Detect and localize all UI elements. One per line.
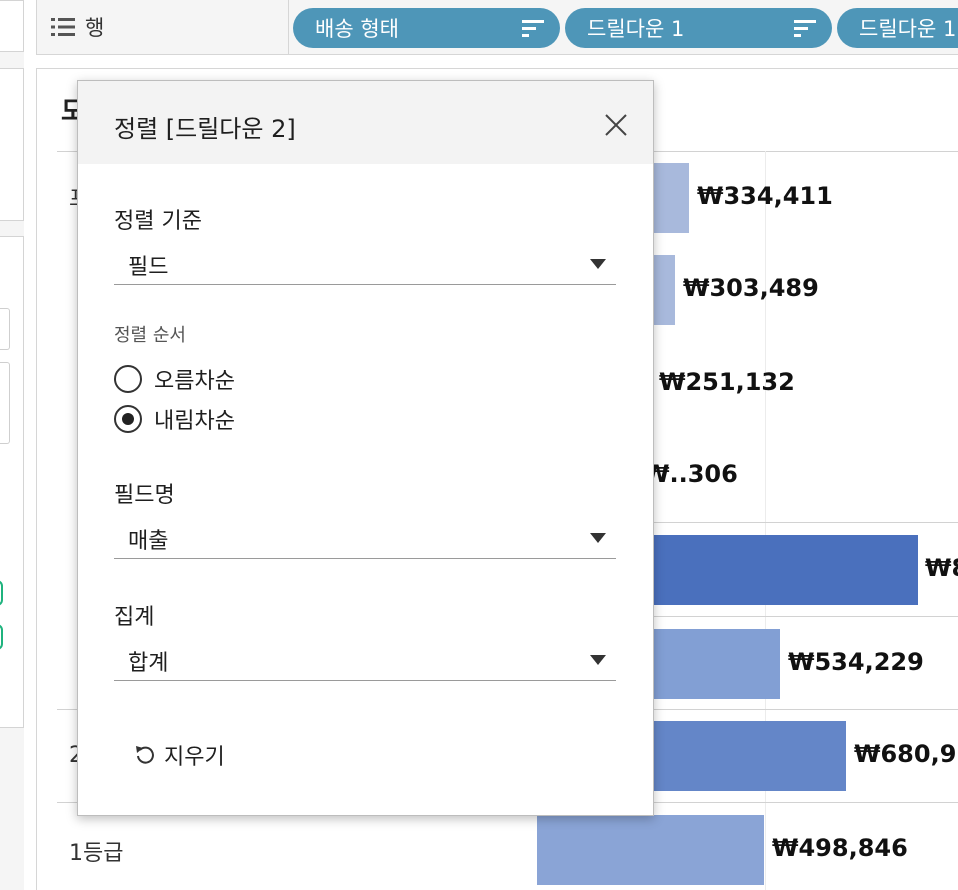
sort-by-label: 정렬 기준 xyxy=(114,209,202,234)
reset-icon xyxy=(136,746,154,764)
bar-value-label: ₩334,411 xyxy=(697,182,833,210)
pill-label: 배송 형태 xyxy=(315,17,399,41)
bar-value-label: ₩8 xyxy=(925,554,958,582)
left-panel-field[interactable] xyxy=(0,362,10,444)
left-panel-toggle[interactable] xyxy=(0,624,3,650)
bar-value-label: ₩..306 xyxy=(643,460,738,488)
bar-value-label: ₩251,132 xyxy=(659,368,795,396)
rows-icon xyxy=(51,18,75,36)
pill-label: 드릴다운 1 xyxy=(587,17,685,41)
sort-descending-icon[interactable] xyxy=(794,20,816,38)
left-panel-field[interactable] xyxy=(0,308,10,350)
caret-down-icon xyxy=(590,655,606,665)
pill-label: 드릴다운 1 xyxy=(859,17,957,41)
radio-button[interactable] xyxy=(114,365,142,393)
pill-shipping-mode[interactable]: 배송 형태 xyxy=(293,8,560,48)
pill-drilldown-2[interactable]: 드릴다운 1 xyxy=(837,8,958,48)
bar-value-label: ₩498,846 xyxy=(772,834,908,862)
radio-label: 오름차순 xyxy=(154,369,235,394)
bar[interactable] xyxy=(537,815,764,885)
bar-value-label: ₩534,229 xyxy=(788,648,924,676)
rows-shelf: 행 배송 형태 드릴다운 1 드릴다운 1 xyxy=(36,0,958,55)
rows-shelf-label: 행 xyxy=(37,0,289,54)
aggregation-dropdown[interactable]: 합계 xyxy=(114,637,616,681)
sort-by-value: 필드 xyxy=(128,255,169,280)
caret-down-icon xyxy=(590,533,606,543)
sort-by-dropdown[interactable]: 필드 xyxy=(114,241,616,285)
field-name-dropdown[interactable]: 매출 xyxy=(114,515,616,559)
radio-label: 내림차순 xyxy=(154,409,235,434)
dialog-header: 정렬 [드릴다운 2] xyxy=(78,81,653,164)
radio-ascending[interactable]: 오름차순 xyxy=(114,363,235,395)
field-name-value: 매출 xyxy=(128,529,169,554)
row-label: 1등급 xyxy=(69,841,124,866)
left-panel xyxy=(0,0,24,890)
close-icon[interactable] xyxy=(605,114,627,136)
radio-descending[interactable]: 내림차순 xyxy=(114,403,235,435)
caret-down-icon xyxy=(590,259,606,269)
clear-label: 지우기 xyxy=(164,745,225,770)
rows-shelf-title: 행 xyxy=(85,16,105,40)
sort-dialog: 정렬 [드릴다운 2] 정렬 기준 필드 정렬 순서 오름차순 내림차순 필드명… xyxy=(77,80,654,816)
radio-button-selected[interactable] xyxy=(114,405,142,433)
left-panel-box-top xyxy=(0,0,24,52)
bar-value-label: ₩680,9 xyxy=(854,740,957,768)
aggregation-label: 집계 xyxy=(114,605,155,630)
dialog-title: 정렬 [드릴다운 2] xyxy=(114,115,296,143)
field-name-label: 필드명 xyxy=(114,483,175,508)
clear-button[interactable]: 지우기 xyxy=(134,737,225,773)
left-panel-box-middle xyxy=(0,68,24,221)
left-panel-toggle[interactable] xyxy=(0,580,3,606)
sort-descending-icon[interactable] xyxy=(522,20,544,38)
pill-drilldown-1[interactable]: 드릴다운 1 xyxy=(565,8,832,48)
aggregation-value: 합계 xyxy=(128,651,169,676)
close-button[interactable] xyxy=(596,105,636,145)
bar-value-label: ₩303,489 xyxy=(683,274,819,302)
sort-order-label: 정렬 순서 xyxy=(114,325,186,346)
